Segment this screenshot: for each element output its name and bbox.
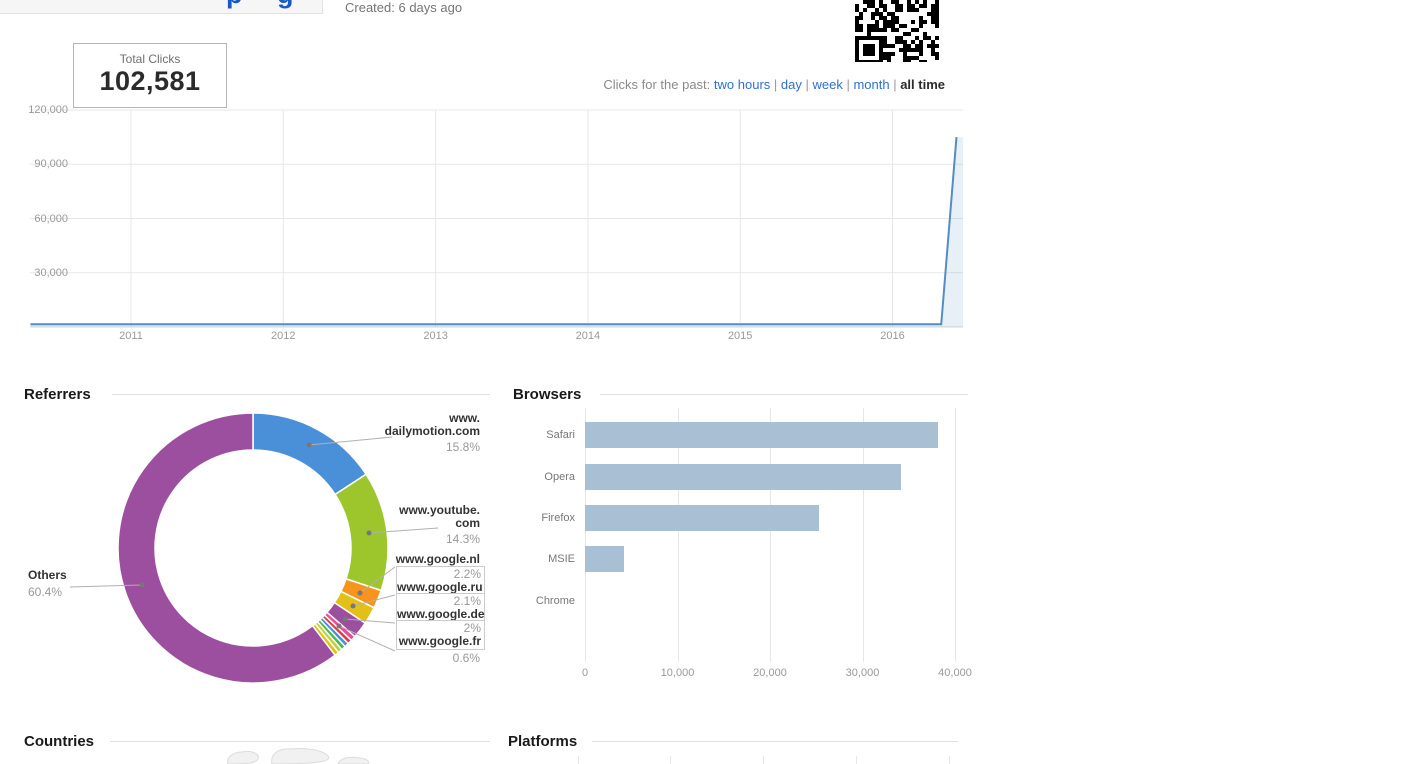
browser-axis-tick: 40,000	[925, 667, 985, 679]
platforms-heading: Platforms	[508, 733, 577, 750]
browsers-bar-chart: 010,00020,00030,00040,000SafariOperaFire…	[510, 380, 980, 700]
clicks-over-time-chart[interactable]: 120,000 90,000 60,000 30,000 2011 2012 2013 20…	[0, 0, 980, 350]
browser-axis-tick: 30,000	[833, 667, 893, 679]
referrer-label-google-nl: www.google.nl	[370, 553, 480, 566]
x-axis-tick: 2011	[101, 330, 161, 342]
platform-gridline	[578, 756, 579, 764]
browser-bar-safari[interactable]	[585, 422, 938, 448]
countries-heading: Countries	[24, 733, 94, 750]
referrer-callout-google-fr: 2% www.google.fr	[396, 620, 485, 650]
donut-slice-www.dailymotion.com[interactable]	[253, 413, 366, 494]
referrer-callout-google-ru: 2.2% www.google.ru	[396, 566, 485, 596]
stats-page: p g g Created: 6 days ago Total Clicks 1…	[0, 0, 1410, 764]
browser-axis-tick: 20,000	[740, 667, 800, 679]
x-axis-tick: 2014	[558, 330, 618, 342]
platforms-rule	[592, 741, 958, 742]
countries-map-partial	[220, 746, 380, 764]
x-axis-tick: 2012	[253, 330, 313, 342]
x-axis-tick: 2016	[863, 330, 923, 342]
platform-gridline	[949, 756, 950, 764]
browser-label-opera: Opera	[510, 471, 575, 483]
platform-gridline	[670, 756, 671, 764]
browser-gridline	[955, 408, 956, 662]
browser-bar-firefox[interactable]	[585, 505, 819, 531]
countries-rule	[110, 741, 490, 742]
referrer-label-others: Others 60.4%	[28, 569, 67, 599]
browser-axis-tick: 0	[555, 667, 615, 679]
x-axis-tick: 2013	[406, 330, 466, 342]
browser-axis-tick: 10,000	[648, 667, 708, 679]
browser-label-firefox: Firefox	[510, 512, 575, 524]
referrer-label-youtube: www.youtube. com 14.3%	[370, 504, 480, 546]
referrer-label-dailymotion: www. dailymotion.com 15.8%	[370, 412, 480, 454]
platform-gridline	[763, 756, 764, 764]
browser-label-chrome: Chrome	[510, 595, 575, 607]
referrer-callout-google-de: 2.1% www.google.de	[396, 593, 485, 623]
y-axis-tick: 60,000	[26, 213, 68, 225]
referrer-pct-google-fr: 0.6%	[370, 652, 480, 665]
browser-label-safari: Safari	[510, 429, 575, 441]
browser-label-msie: MSIE	[510, 553, 575, 565]
y-axis-tick: 90,000	[26, 158, 68, 170]
browser-bar-msie[interactable]	[585, 546, 624, 572]
x-axis-tick: 2015	[710, 330, 770, 342]
y-axis-tick: 120,000	[26, 104, 68, 116]
y-axis-tick: 30,000	[26, 267, 68, 279]
platform-gridline	[856, 756, 857, 764]
browser-bar-opera[interactable]	[585, 464, 901, 490]
